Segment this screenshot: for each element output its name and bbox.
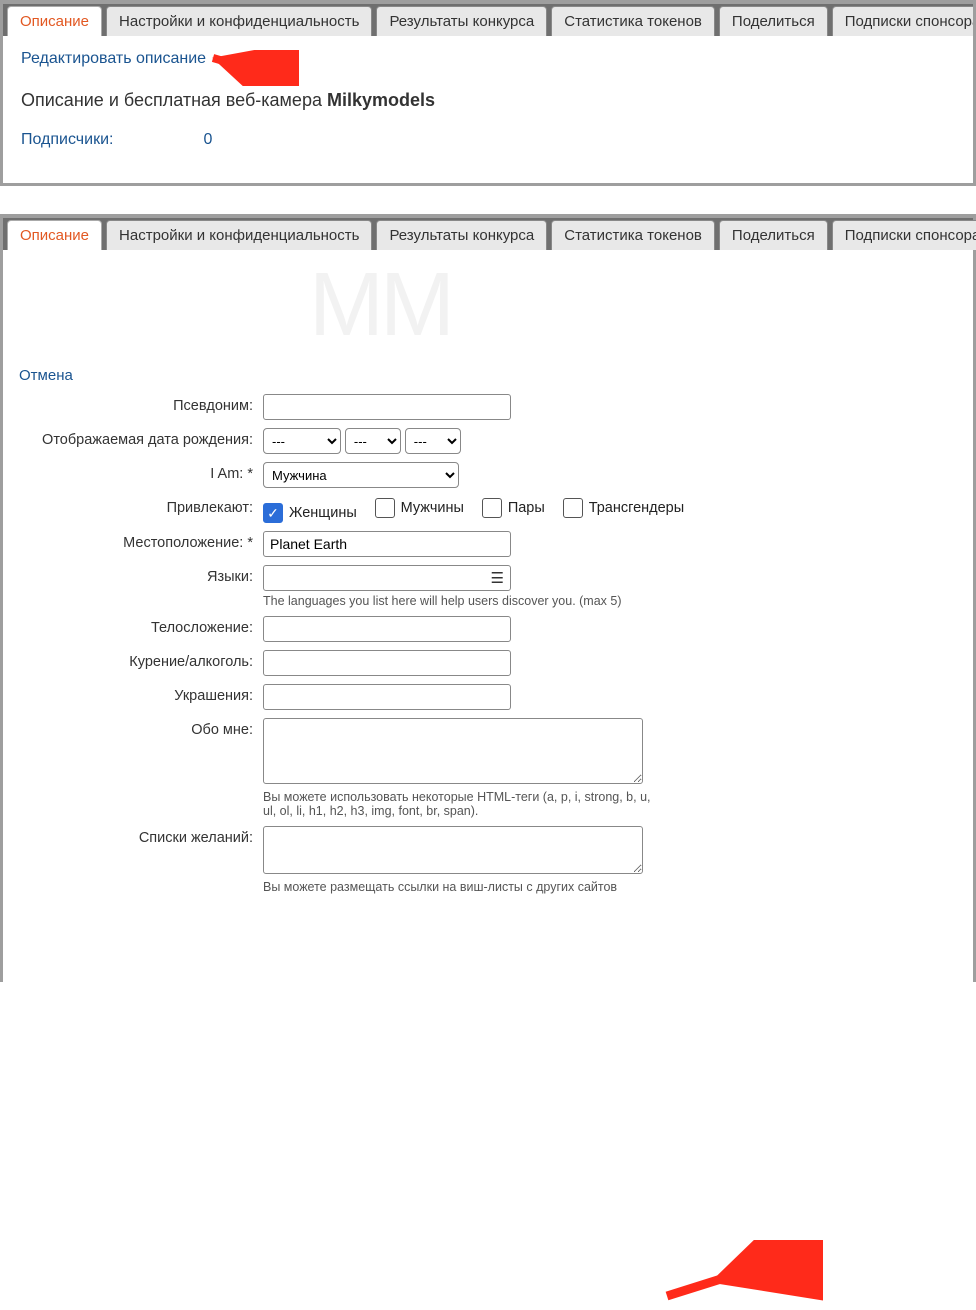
alias-input[interactable] xyxy=(263,394,511,420)
label-decor: Украшения: xyxy=(19,684,263,704)
tabstrip-top: Описание Настройки и конфиденциальность … xyxy=(3,4,973,36)
tab-sponsor-2[interactable]: Подписки спонсора xyxy=(832,220,976,251)
tab-tokens-2[interactable]: Статистика токенов xyxy=(551,220,715,251)
label-languages: Языки: xyxy=(19,565,263,585)
label-iam: I Am: * xyxy=(19,462,263,482)
about-textarea[interactable] xyxy=(263,718,643,784)
checkbox-men[interactable] xyxy=(375,498,395,518)
tab-settings[interactable]: Настройки и конфиденциальность xyxy=(106,6,372,37)
languages-input[interactable]: ☰ xyxy=(263,565,511,591)
wishlists-textarea[interactable] xyxy=(263,826,643,874)
body-input[interactable] xyxy=(263,616,511,642)
tab-contest[interactable]: Результаты конкурса xyxy=(376,6,547,37)
checkbox-women[interactable] xyxy=(263,503,283,523)
languages-hint: The languages you list here will help us… xyxy=(263,594,957,608)
tab-description-2[interactable]: Описание xyxy=(7,220,102,251)
cancel-link[interactable]: Отмена xyxy=(19,367,73,384)
edit-description-link[interactable]: Редактировать описание xyxy=(21,50,206,67)
arrow-annotation-top xyxy=(199,50,299,86)
about-hint: Вы можете использовать некоторые HTML-те… xyxy=(263,790,653,818)
iam-select[interactable]: Мужчина xyxy=(263,462,459,488)
tab-share[interactable]: Поделиться xyxy=(719,6,828,37)
checkbox-couples-label: Пары xyxy=(508,500,545,516)
panel-profile-view: Описание Настройки и конфиденциальность … xyxy=(0,0,976,186)
tab-sponsor[interactable]: Подписки спонсора xyxy=(832,6,976,37)
wishlists-hint: Вы можете размещать ссылки на виш-листы … xyxy=(263,880,653,894)
watermark: MM xyxy=(309,254,976,357)
label-attracted: Привлекают: xyxy=(19,496,263,516)
page-title-name: Milkymodels xyxy=(327,90,435,110)
location-input[interactable] xyxy=(263,531,511,557)
page-title-prefix: Описание и бесплатная веб-камера xyxy=(21,90,327,110)
panel-body-view: Редактировать описание Описание и беспла… xyxy=(3,36,973,167)
tab-settings-2[interactable]: Настройки и конфиденциальность xyxy=(106,220,372,251)
smoke-input[interactable] xyxy=(263,650,511,676)
subscribers-count: 0 xyxy=(203,131,212,149)
decor-input[interactable] xyxy=(263,684,511,710)
checkbox-men-label: Мужчины xyxy=(401,500,464,516)
arrow-annotation-about xyxy=(653,1240,976,1310)
birth-year-select[interactable]: --- xyxy=(405,428,461,454)
form-body: MM Отмена Псевдоним: Отображаемая дата р… xyxy=(3,250,973,982)
tab-tokens[interactable]: Статистика токенов xyxy=(551,6,715,37)
label-wishlists: Списки желаний: xyxy=(19,826,263,846)
page-title: Описание и бесплатная веб-камера Milkymo… xyxy=(21,90,955,111)
list-icon: ☰ xyxy=(491,569,504,587)
birth-month-select[interactable]: --- xyxy=(345,428,401,454)
tabstrip-bottom: Описание Настройки и конфиденциальность … xyxy=(3,218,973,250)
birth-day-select[interactable]: --- xyxy=(263,428,341,454)
panel-profile-edit: Описание Настройки и конфиденциальность … xyxy=(0,214,976,982)
checkbox-couples[interactable] xyxy=(482,498,502,518)
label-birth: Отображаемая дата рождения: xyxy=(19,428,263,448)
tab-share-2[interactable]: Поделиться xyxy=(719,220,828,251)
label-body: Телосложение: xyxy=(19,616,263,636)
label-smoke: Курение/алкоголь: xyxy=(19,650,263,670)
tab-contest-2[interactable]: Результаты конкурса xyxy=(376,220,547,251)
checkbox-women-label: Женщины xyxy=(289,505,357,521)
label-alias: Псевдоним: xyxy=(19,394,263,414)
tab-description[interactable]: Описание xyxy=(7,6,102,37)
label-location: Местоположение: * xyxy=(19,531,263,551)
checkbox-trans-label: Трансгендеры xyxy=(589,500,684,516)
subscribers-label: Подписчики: xyxy=(21,131,113,149)
label-about: Обо мне: xyxy=(19,718,263,738)
subscribers-row: Подписчики: 0 xyxy=(21,131,955,149)
checkbox-trans[interactable] xyxy=(563,498,583,518)
